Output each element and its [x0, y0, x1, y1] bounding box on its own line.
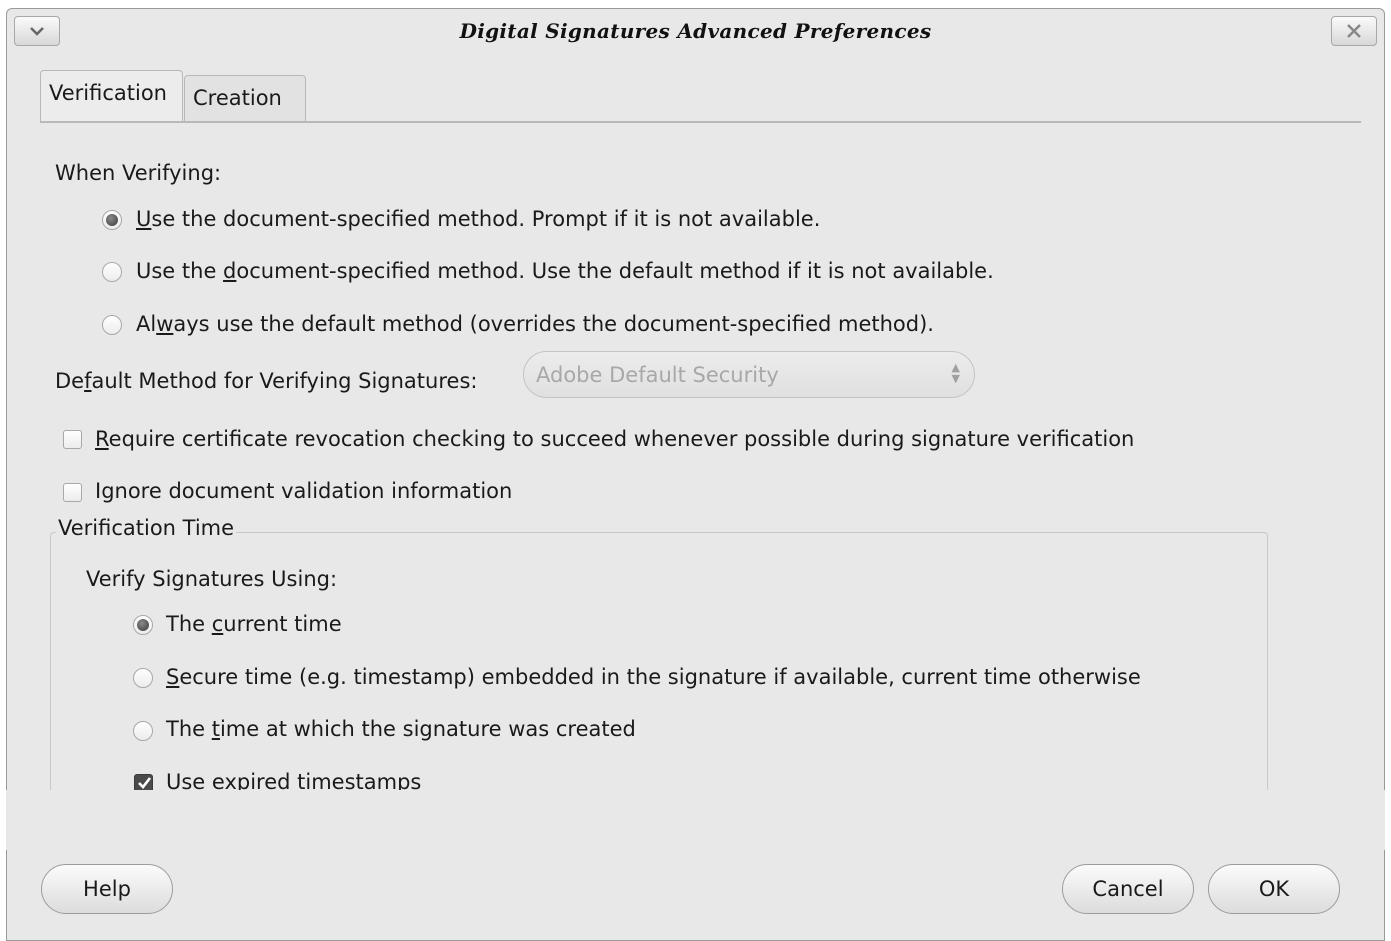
footer-area — [6, 790, 1385, 850]
radio-always-default-label[interactable]: Always use the default method (overrides… — [136, 312, 934, 336]
tab-creation[interactable]: Creation — [184, 75, 306, 122]
ignore-validation-label[interactable]: Ignore document validation information — [95, 479, 512, 503]
window-title: Digital Signatures Advanced Preferences — [459, 19, 932, 43]
verify-using-label: Verify Signatures Using: — [86, 567, 338, 591]
default-method-select[interactable]: Adobe Default Security ▲ ▼ — [523, 351, 975, 398]
radio-use-default-if-unavailable-label[interactable]: Use the document-specified method. Use t… — [136, 259, 994, 283]
updown-arrows-icon: ▲ ▼ — [951, 361, 960, 385]
radio-use-default-if-unavailable[interactable] — [102, 262, 122, 282]
radio-always-default[interactable] — [102, 315, 122, 335]
cancel-button[interactable]: Cancel — [1062, 864, 1194, 914]
default-method-value: Adobe Default Security — [536, 363, 779, 387]
radio-creation-time-label[interactable]: The time at which the signature was crea… — [166, 717, 636, 741]
checkmark-icon — [138, 777, 152, 789]
close-button[interactable] — [1331, 16, 1377, 46]
title-bar: Digital Signatures Advanced Preferences — [7, 9, 1384, 55]
radio-current-time-label[interactable]: The current time — [166, 612, 342, 636]
when-verifying-label: When Verifying: — [55, 161, 222, 185]
default-method-label: Default Method for Verifying Signatures: — [55, 369, 478, 393]
radio-current-time[interactable] — [133, 615, 153, 635]
radio-secure-time[interactable] — [133, 668, 153, 688]
tab-verification[interactable]: Verification — [40, 70, 183, 122]
radio-secure-time-label[interactable]: Secure time (e.g. timestamp) embedded in… — [166, 665, 1141, 689]
ignore-validation-checkbox[interactable] — [63, 483, 82, 502]
close-icon — [1347, 24, 1361, 38]
verification-time-title: Verification Time — [56, 516, 237, 540]
radio-prompt-if-unavailable[interactable] — [102, 210, 122, 230]
radio-creation-time[interactable] — [133, 721, 153, 741]
radio-prompt-if-unavailable-label[interactable]: Use the document-specified method. Promp… — [136, 207, 820, 231]
ok-button[interactable]: OK — [1208, 864, 1340, 914]
require-revocation-checkbox[interactable] — [63, 430, 82, 449]
help-button[interactable]: Help — [41, 864, 173, 914]
tab-divider — [40, 121, 1361, 123]
require-revocation-label[interactable]: Require certificate revocation checking … — [95, 427, 1134, 451]
